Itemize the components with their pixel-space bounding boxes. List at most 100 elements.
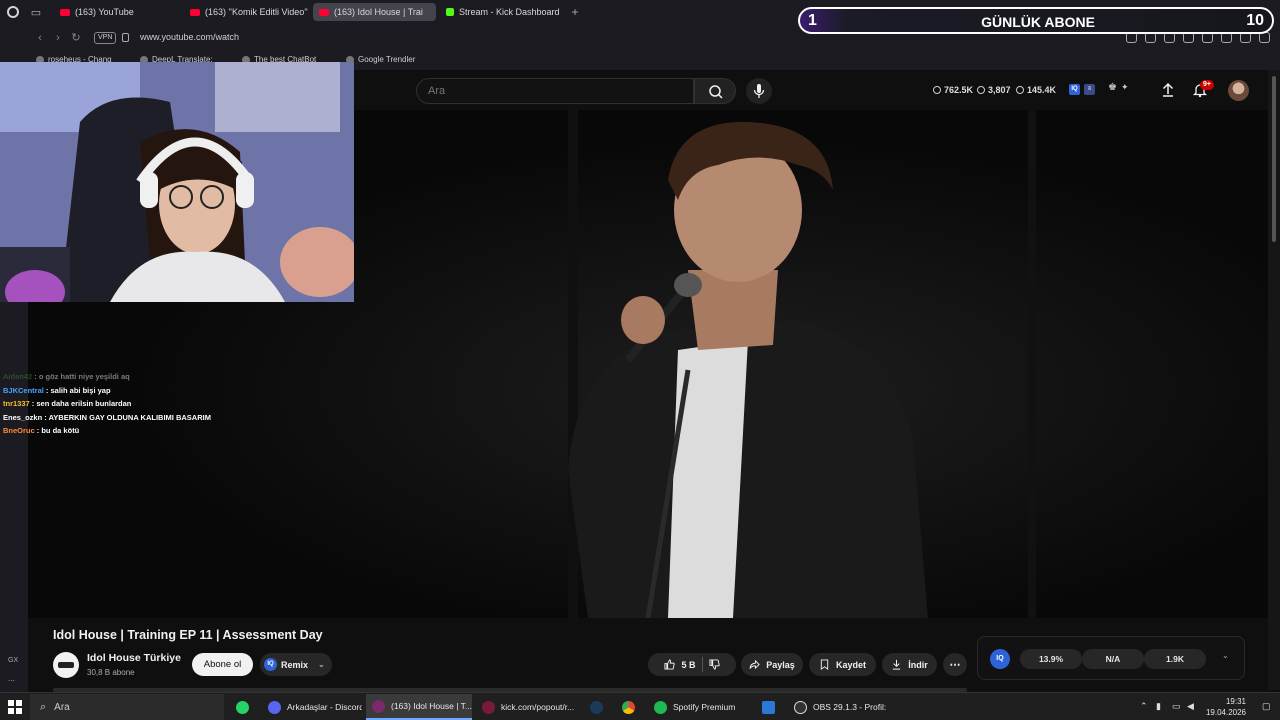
bookmark-item[interactable]: Google Trendler [346,55,415,64]
search-input[interactable] [428,85,678,97]
youtube-favicon-icon [60,8,70,16]
bookmark-icon [820,659,829,670]
thumbs-up-icon[interactable] [664,659,676,670]
taskbar-browser-youtube[interactable]: (163) Idol House | T... [366,694,472,720]
daily-subs-current: 1 [808,12,817,29]
download-label: İndir [908,659,928,670]
task-label: kick.com/popout/r... [501,702,575,712]
daily-subscriber-widget: GÜNLÜK ABONE 1 10 [798,7,1274,34]
share-button[interactable]: Paylaş [741,653,803,676]
reload-icon[interactable]: ↻ [68,30,84,46]
chat-message: Enes_ozkn : AYBERKIN GAY OLDUNA KALIBIMI… [3,411,211,425]
chat-text: : AYBERKIN GAY OLDUNA KALIBIMI BASARIM [42,412,211,422]
like-dislike-group: 5 B [648,653,736,676]
iq-icon: IQ [264,658,277,671]
tray-chevron-icon[interactable]: ⌃ [1140,701,1148,712]
list-icon[interactable]: ≡ [1084,84,1095,95]
taskbar-whatsapp[interactable] [230,694,256,720]
whatsapp-icon [236,700,249,714]
iq-logo-icon[interactable]: IQ [990,649,1010,669]
taskbar-clock[interactable]: 19:31 19.04.2026 [1194,696,1246,718]
spotify-icon [654,700,667,714]
account-avatar[interactable] [1228,80,1249,101]
tab-komik-video[interactable]: (163) ''Komik Editli Video'' [184,3,310,21]
tab-label: (163) YouTube [75,7,134,17]
like-divider [701,657,703,672]
notification-center-icon[interactable]: ▢ [1262,701,1271,712]
search-box[interactable] [416,78,694,104]
task-label: Arkadaşlar - Discord [287,702,362,712]
eye-icon [977,86,985,94]
notification-badge: 9+ [1200,80,1214,90]
iq-stat-na: N/A [1082,649,1144,669]
views-value: 3,807 [988,85,1011,95]
scrollbar-thumb[interactable] [1272,76,1276,242]
video-title: Idol House | Training EP 11 | Assessment… [53,628,323,642]
vpn-badge[interactable]: VPN [94,32,117,44]
gx-label[interactable]: GX [8,657,18,664]
tab-idol-house[interactable]: (163) Idol House | Trai [313,3,436,21]
youtube-favicon-icon [190,8,200,16]
save-button[interactable]: Kaydet [809,653,876,676]
sparkle-icon[interactable]: ✦ [1121,82,1137,98]
taskbar-search[interactable]: ⌕ Ara [30,694,224,720]
chat-text: : salih abi bişi yap [43,385,111,395]
page-scrollbar[interactable] [1268,70,1280,690]
taskbar-search-placeholder: Ara [54,701,70,713]
tab-youtube[interactable]: (163) YouTube [54,3,180,21]
subscribe-button[interactable]: Abone ol [192,653,253,676]
taskbar-chrome[interactable] [616,694,642,720]
chevron-down-icon[interactable]: ⌄ [1222,651,1229,660]
chat-username: tnr1337 [3,399,30,408]
network-icon[interactable]: ▭ [1172,701,1181,712]
upload-icon[interactable] [1160,82,1176,98]
new-tab-icon[interactable]: + [568,4,582,20]
tab-label: (163) ''Komik Editli Video'' [205,7,308,17]
browser-logo-icon[interactable] [0,0,26,24]
watching-stat: 145.4K [1016,85,1056,95]
taskbar-obs[interactable]: OBS 29.1.3 - Profil: ... [788,694,888,720]
search-button[interactable] [694,78,736,104]
channel-avatar[interactable] [53,652,79,678]
bookmark-label: Google Trendler [358,55,416,64]
discord-icon [268,700,281,714]
iq-stat-count: 1.9K [1144,649,1206,669]
forward-icon[interactable]: › [50,30,66,46]
daily-subs-goal: 10 [1246,12,1264,29]
chrome-icon [622,700,635,714]
url-field[interactable]: www.youtube.com/watch [140,32,239,42]
windows-start-icon[interactable] [8,700,22,714]
taskbar-spotify[interactable]: Spotify Premium [648,694,744,720]
taskbar-browser-kick[interactable]: kick.com/popout/r... [476,694,580,720]
taskbar-discord[interactable]: Arkadaşlar - Discord [262,694,362,720]
iq-extension-icon[interactable]: IQ [1069,84,1080,95]
clock-icon [933,86,941,94]
thumbs-down-icon[interactable] [708,659,720,670]
tab-menu-icon[interactable]: ▭ [26,0,46,24]
opera-gx-icon [482,700,495,714]
microphone-icon[interactable]: ▮ [1156,701,1161,712]
chat-message: Aiden42 : o göz hatti niye yeşildi aq [3,370,211,384]
iq-stat-percent: 13.9% [1020,649,1082,669]
chevron-down-icon: ⌄ [318,660,325,669]
remix-button[interactable]: IQ Remix ⌄ [260,653,332,676]
search-icon: ⌕ [40,700,47,713]
voice-search-button[interactable] [746,78,772,104]
chat-overlay: Aiden42 : o göz hatti niye yeşildi aq BJ… [3,370,211,438]
lock-icon[interactable] [122,33,129,42]
taskbar-steam[interactable] [584,694,610,720]
youtube-favicon-icon [319,8,329,16]
chat-username: BneOruc [3,426,35,435]
taskbar-store[interactable] [756,694,782,720]
download-button[interactable]: İndir [882,653,937,676]
tab-kick-dashboard[interactable]: Stream - Kick Dashboard [440,3,564,21]
volume-icon[interactable]: ◀ [1187,701,1194,712]
more-icon[interactable]: ⋯ [8,677,15,685]
more-actions-icon[interactable]: ⋯ [943,653,967,676]
like-count[interactable]: 5 B [681,660,695,670]
obs-icon [794,700,807,714]
tab-label: Stream - Kick Dashboard [459,7,560,17]
back-icon[interactable]: ‹ [32,30,48,46]
channel-name[interactable]: Idol House Türkiye [87,652,181,664]
clock-time: 19:31 [1225,697,1246,706]
